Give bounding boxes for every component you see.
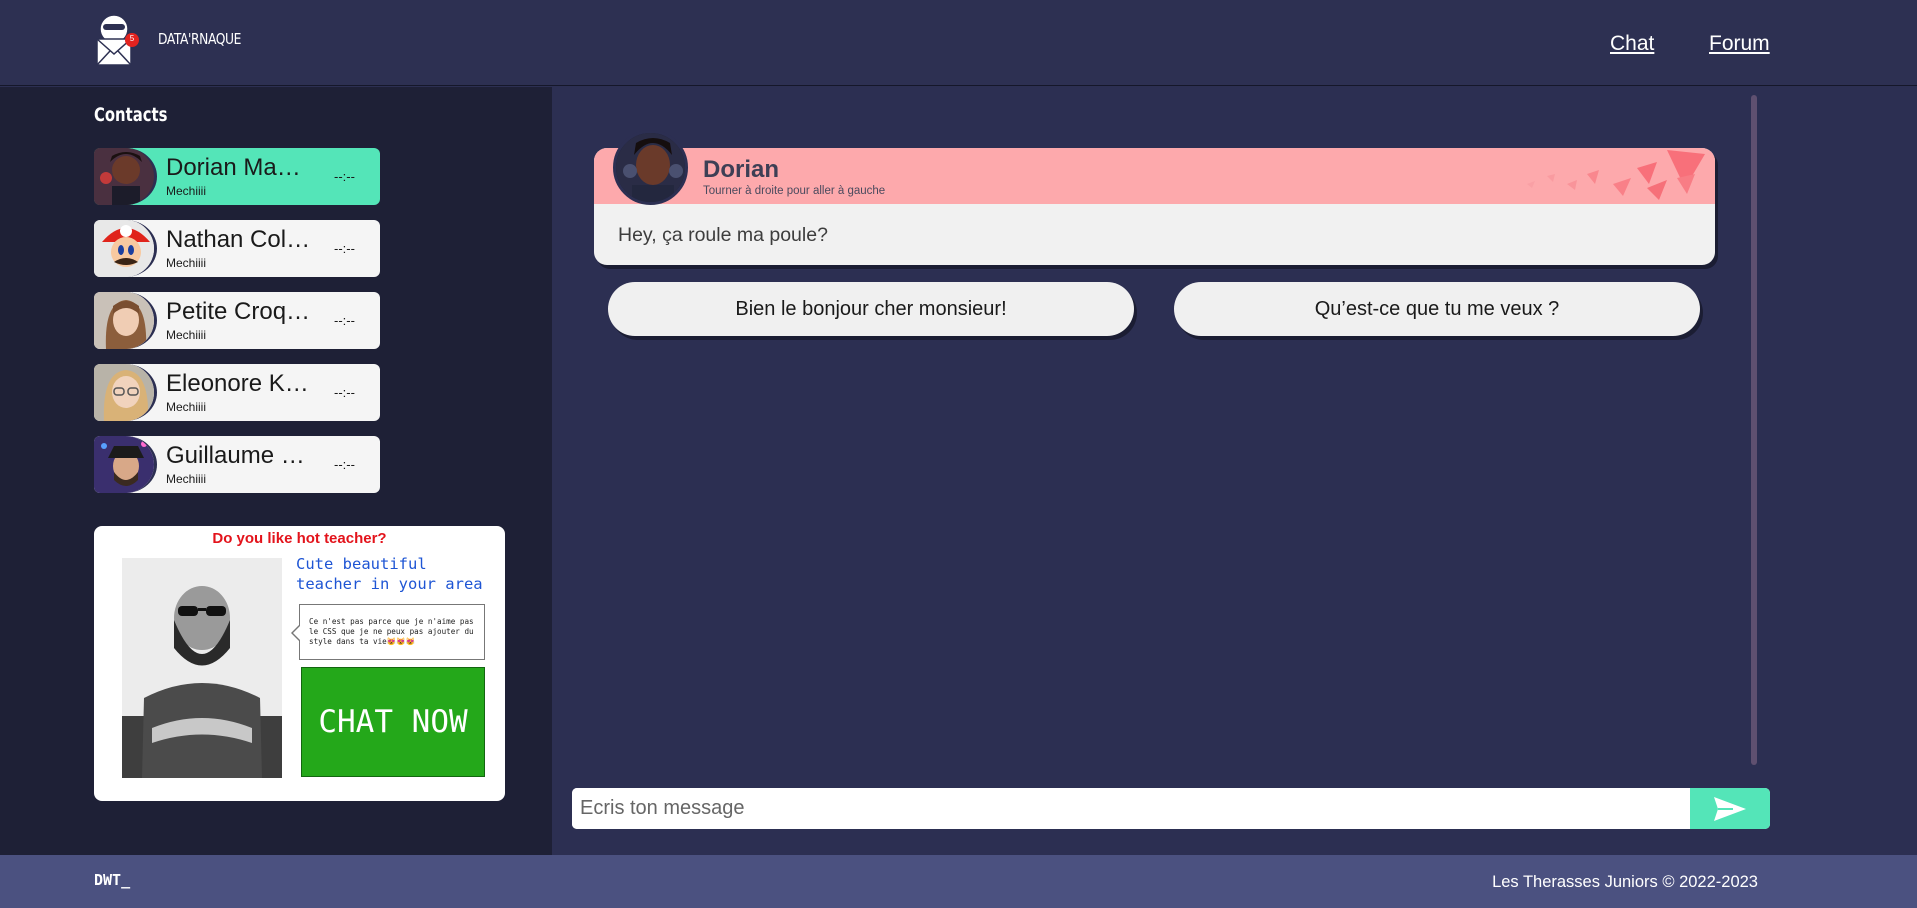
contact-time: --:-- (334, 457, 355, 472)
ad-title: Do you like hot teacher? (212, 530, 387, 547)
top-bar: 5 DATA'RNAQUE Chat Forum (0, 0, 1917, 86)
ad-speech-bubble: Ce n'est pas parce que je n'aime pas le … (291, 604, 485, 660)
brand-name: DATA'RNAQUE (158, 30, 241, 48)
message-card: Dorian Tourner à droite pour aller à gau… (594, 130, 1715, 265)
avatar (94, 292, 157, 349)
sidebar: Contacts Dorian Ma… Mechiiii --:-- Natha… (0, 87, 552, 855)
send-icon (1714, 796, 1746, 821)
advertisement[interactable]: Do you like hot teacher? Cute beautiful … (94, 526, 505, 801)
contact-item-petite[interactable]: Petite Croq… Mechiiii --:-- (94, 292, 380, 349)
contact-subtitle: Mechiiii (166, 472, 207, 486)
contact-item-guillaume[interactable]: Guillaume … Mechiiii --:-- (94, 436, 380, 493)
message-input[interactable] (572, 788, 1689, 829)
contact-subtitle: Mechiiii (166, 256, 207, 270)
avatar (94, 364, 157, 421)
contact-time: --:-- (334, 313, 355, 328)
footer-copyright: Les Therasses Juniors © 2022-2023 (1492, 873, 1758, 891)
chat-panel: Dorian Tourner à droite pour aller à gau… (553, 87, 1917, 855)
chat-now-button[interactable]: CHAT NOW (301, 667, 485, 777)
avatar (94, 436, 157, 493)
contact-name: Dorian Ma… (166, 154, 301, 181)
avatar (94, 148, 157, 205)
contact-item-nathan[interactable]: Nathan Col… Mechiiii --:-- (94, 220, 380, 277)
message-composer (572, 788, 1770, 829)
footer: DWT_ Les Therasses Juniors © 2022-2023 (0, 855, 1917, 908)
contact-time: --:-- (334, 241, 355, 256)
contact-item-dorian[interactable]: Dorian Ma… Mechiiii --:-- (94, 148, 380, 205)
reply-option-2[interactable]: Qu’est-ce que tu me veux ? (1174, 282, 1700, 336)
ad-tagline: Cute beautiful teacher in your area (296, 555, 483, 593)
reply-option-1[interactable]: Bien le bonjour cher monsieur! (608, 282, 1134, 336)
message-header: Dorian Tourner à droite pour aller à gau… (594, 148, 1715, 204)
contact-time: --:-- (334, 385, 355, 400)
message-hint: Tourner à droite pour aller à gauche (703, 185, 886, 197)
avatar (94, 220, 157, 277)
message-sender-name: Dorian (703, 156, 780, 183)
contact-subtitle: Mechiiii (166, 400, 207, 414)
message-text: Hey, ça roule ma poule? (618, 224, 828, 246)
ad-photo (122, 558, 282, 778)
notification-badge: 5 (129, 34, 135, 43)
contact-name: Eleonore K… (166, 370, 309, 397)
scrollbar[interactable] (1751, 95, 1757, 765)
contact-subtitle: Mechiiii (166, 328, 207, 342)
triangles-decoration-icon (1527, 150, 1705, 200)
contact-subtitle: Mechiiii (166, 184, 207, 198)
nav-forum-link[interactable]: Forum (1709, 32, 1770, 56)
send-button[interactable] (1690, 788, 1770, 829)
contact-name: Guillaume … (166, 442, 305, 469)
contact-name: Petite Croq… (166, 298, 311, 325)
contact-time: --:-- (334, 169, 355, 184)
footer-logo: DWT_ (94, 871, 131, 889)
contact-name: Nathan Col… (166, 226, 311, 253)
contacts-title: Contacts (94, 104, 168, 126)
nav-chat-link[interactable]: Chat (1610, 32, 1654, 56)
contact-item-eleonore[interactable]: Eleonore K… Mechiiii --:-- (94, 364, 380, 421)
message-avatar (613, 130, 688, 205)
